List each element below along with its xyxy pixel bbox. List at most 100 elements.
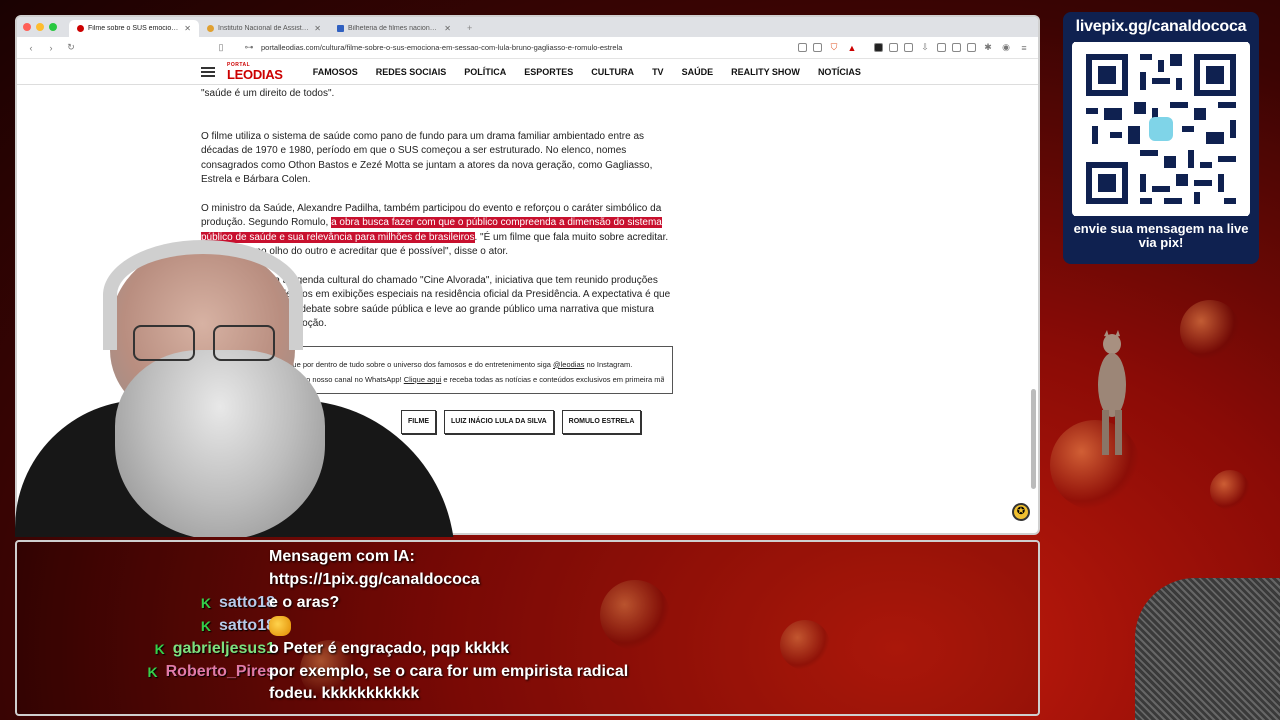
instagram-handle-link[interactable]: @leodias (553, 360, 584, 369)
browser-tab[interactable]: Filme sobre o SUS emociona e... ✕ (69, 20, 199, 37)
nav-politica[interactable]: POLÍTICA (464, 67, 506, 77)
glasses-icon (133, 325, 283, 365)
chat-message-text: fodeu. kkkkkkkkkkk (269, 685, 420, 702)
tab-title: Instituto Nacional de Assistência... (218, 25, 310, 32)
copy-icon[interactable] (967, 43, 976, 52)
close-window-button[interactable] (23, 23, 31, 31)
chat-username-text: gabrieljesus1 (172, 640, 275, 657)
profile-icon[interactable]: ◉ (1000, 42, 1012, 53)
nav-noticias[interactable]: NOTÍCIAS (818, 67, 861, 77)
cta-text: e receba todas as notícias e conteúdos e… (441, 374, 664, 384)
livepix-panel: livepix.gg/canaldococa envie sua mensage… (1063, 12, 1259, 264)
chat-message: K Roberto_Pires por exemplo, se o cara f… (17, 661, 1037, 683)
chat-message: K satto18 (17, 615, 1037, 637)
nav-redes-sociais[interactable]: REDES SOCIAIS (376, 67, 447, 77)
chat-username-text: Roberto_Pires (165, 663, 275, 680)
cta-text: no Instagram. (584, 359, 633, 369)
minimize-window-button[interactable] (36, 23, 44, 31)
site-menu-icon[interactable] (201, 66, 215, 77)
chat-username-text: satto18 (218, 594, 275, 611)
address-bar[interactable]: ⊶ portalleodias.com/cultura/filme-sobre-… (235, 40, 866, 56)
browser-tab[interactable]: Instituto Nacional de Assistência... ✕ (199, 20, 329, 37)
kick-badge-icon: K (200, 595, 211, 611)
reader-mode-icon[interactable] (798, 43, 807, 52)
extension-icon[interactable] (874, 43, 883, 52)
chat-message-text: o Peter é engraçado, pqp kkkkk (269, 640, 510, 657)
nav-reality-show[interactable]: REALITY SHOW (731, 67, 800, 77)
livepix-footer: envie sua mensagem na live via pix! (1073, 221, 1249, 250)
back-arrow-icon[interactable]: ‹ (25, 43, 37, 53)
scrollbar-thumb[interactable] (1031, 389, 1036, 489)
streamer-beard (115, 350, 325, 537)
url-text: portalleodias.com/cultura/filme-sobre-o-… (261, 43, 623, 52)
screenshot-icon[interactable] (904, 43, 913, 52)
page-scrollbar[interactable] (1031, 89, 1036, 529)
nav-famosos[interactable]: FAMOSOS (313, 67, 358, 77)
site-favicon-icon (337, 25, 344, 32)
logo-big-text: LEODIAS (227, 66, 283, 82)
qr-code-icon (1072, 42, 1250, 216)
chat-message: K gabrieljesus1 o Peter é engraçado, pqp… (17, 638, 1037, 660)
chat-overlay: Mensagem com IA: https://1pix.gg/canaldo… (15, 540, 1040, 716)
chat-username: K satto18 (201, 594, 275, 612)
chat-username-text: satto18 (218, 617, 275, 634)
nav-tv[interactable]: TV (652, 67, 664, 77)
sidebar-icon[interactable] (952, 43, 961, 52)
chat-message-text: https://1pix.gg/canaldococa (269, 571, 480, 588)
brave-shield-icon[interactable]: ⛉ (828, 42, 840, 53)
article-paragraph: O filme utiliza o sistema de saúde como … (201, 130, 653, 186)
kick-badge-icon: K (200, 618, 211, 634)
kick-badge-icon: K (154, 641, 165, 657)
chat-message-text: e o aras? (269, 594, 340, 611)
warning-triangle-icon[interactable]: ▲ (846, 43, 858, 53)
site-info-icon[interactable]: ⊶ (243, 42, 255, 53)
bubble-decoration (1180, 300, 1240, 360)
close-tab-icon[interactable]: ✕ (314, 24, 321, 33)
webcam-overlay (15, 240, 455, 537)
browser-toolbar: ‹ › ↻ ▯ ⊶ portalleodias.com/cultura/film… (17, 37, 1038, 59)
chat-message-text (269, 616, 291, 636)
tab-bar: Filme sobre o SUS emociona e... ✕ Instit… (17, 17, 1038, 37)
chat-username: K Roberto_Pires (148, 663, 276, 681)
chat-username: K gabrieljesus1 (155, 640, 275, 658)
reload-icon[interactable]: ↻ (65, 42, 77, 53)
chat-extension-icon[interactable] (889, 43, 898, 52)
chat-username: K satto18 (201, 617, 275, 635)
tab-group-icon[interactable] (937, 43, 946, 52)
chat-message-text: Mensagem com IA: (269, 548, 415, 565)
download-icon[interactable]: ⇩ (919, 42, 931, 53)
tab-title: Bilheteria de filmes nacionais nos... (348, 25, 440, 32)
site-logo[interactable]: PORTAL LEODIAS (227, 62, 283, 82)
menu-icon[interactable]: ≡ (1018, 43, 1030, 53)
browser-tab[interactable]: Bilheteria de filmes nacionais nos... ✕ (329, 20, 459, 37)
site-nav: FAMOSOS REDES SOCIAIS POLÍTICA ESPORTES … (313, 67, 879, 77)
tag-lula[interactable]: LUIZ INÁCIO LULA DA SILVA (444, 409, 554, 434)
article-paragraph: "saúde é um direito de todos". (201, 88, 335, 99)
nav-cultura[interactable]: CULTURA (591, 67, 634, 77)
window-controls (23, 17, 57, 37)
kick-badge-icon: K (147, 664, 158, 680)
chat-message: fodeu. kkkkkkkkkkk (17, 683, 1037, 705)
tab-title: Filme sobre o SUS emociona e... (88, 25, 180, 32)
celebration-emote-icon (269, 616, 291, 636)
tag-romulo-estrela[interactable]: ROMULO ESTRELA (561, 409, 642, 434)
site-favicon-icon (207, 25, 214, 32)
livepix-url: livepix.gg/canaldococa (1075, 18, 1247, 35)
nav-esportes[interactable]: ESPORTES (524, 67, 573, 77)
bookmark-icon[interactable]: ▯ (215, 42, 227, 53)
chair-decoration (1135, 578, 1280, 720)
chat-message: https://1pix.gg/canaldococa (17, 569, 1037, 591)
share-icon[interactable] (813, 43, 822, 52)
accessibility-widget-icon[interactable]: ✪ (1012, 503, 1030, 521)
forward-arrow-icon[interactable]: › (45, 43, 57, 53)
close-tab-icon[interactable]: ✕ (444, 24, 451, 33)
maximize-window-button[interactable] (49, 23, 57, 31)
chat-message-text: por exemplo, se o cara for um empirista … (269, 663, 629, 680)
cat-figure-icon (1088, 330, 1136, 460)
close-tab-icon[interactable]: ✕ (184, 24, 191, 33)
nav-saude[interactable]: SAÚDE (682, 67, 714, 77)
extensions-row: ⇩ ✱ ◉ ≡ (874, 42, 1030, 53)
site-header: PORTAL LEODIAS FAMOSOS REDES SOCIAIS POL… (17, 59, 1038, 85)
puzzle-extensions-icon[interactable]: ✱ (982, 42, 994, 53)
new-tab-button[interactable]: + (459, 20, 480, 37)
